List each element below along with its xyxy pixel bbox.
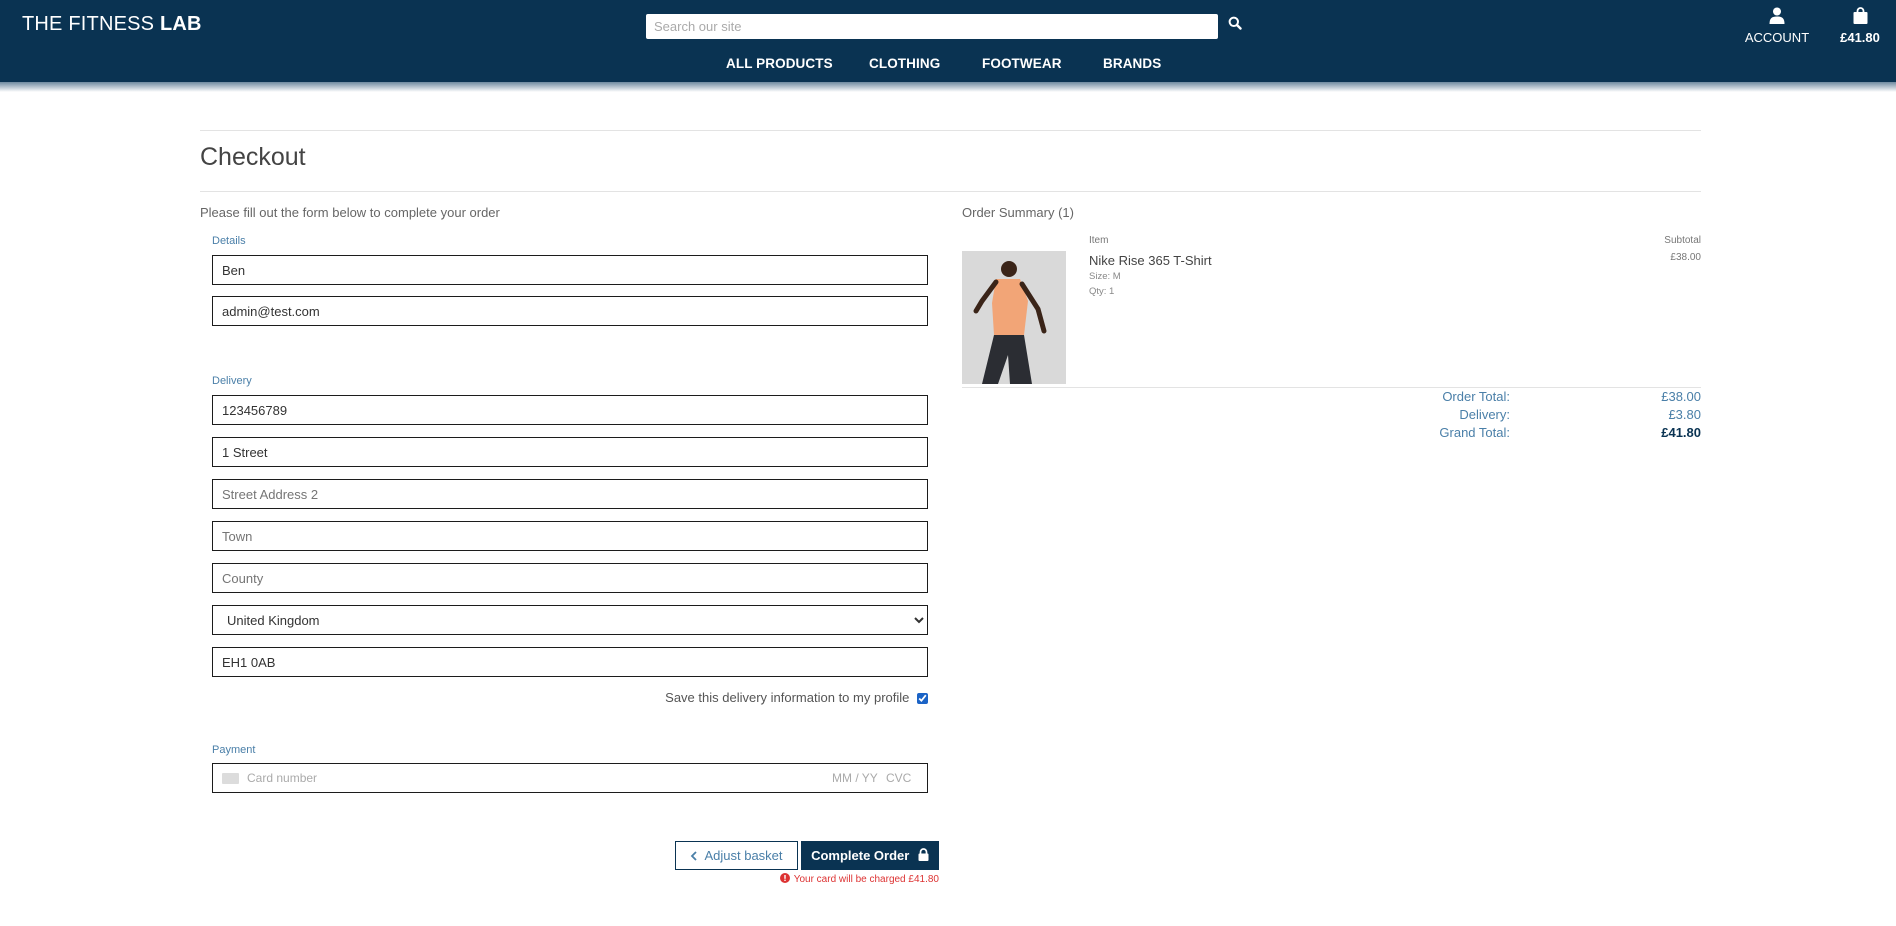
delivery-label: Delivery	[212, 375, 252, 387]
street-address-2-field[interactable]	[212, 479, 928, 509]
account-link[interactable]: ACCOUNT	[1742, 7, 1812, 45]
product-size: Size: M	[1089, 271, 1121, 282]
alert-circle-icon	[779, 873, 794, 885]
save-info-label: Save this delivery information to my pro…	[665, 690, 910, 705]
site-logo[interactable]: THE FITNESS LAB	[22, 13, 202, 36]
payment-label: Payment	[212, 744, 256, 756]
order-summary-title: Order Summary (1)	[962, 205, 1074, 220]
postcode-field[interactable]	[212, 647, 928, 677]
nav-clothing[interactable]: CLOTHING	[869, 56, 940, 71]
user-icon	[1769, 7, 1785, 28]
adjust-basket-button[interactable]: Adjust basket	[675, 841, 798, 870]
order-total-value: £38.00	[1661, 389, 1701, 404]
country-select[interactable]: United Kingdom	[212, 605, 928, 635]
form-intro: Please fill out the form below to comple…	[200, 205, 500, 220]
email-field[interactable]	[212, 296, 928, 326]
adjust-basket-label: Adjust basket	[704, 848, 783, 863]
summary-divider	[962, 387, 1701, 388]
logo-text-prefix: THE FITNESS	[22, 13, 160, 35]
card-element[interactable]: Card number MM / YY CVC	[212, 763, 928, 793]
credit-card-icon	[222, 773, 239, 784]
complete-order-button[interactable]: Complete Order	[801, 841, 939, 870]
search-input[interactable]	[646, 14, 1218, 39]
complete-order-label: Complete Order	[811, 848, 910, 863]
chevron-left-icon	[690, 848, 704, 863]
product-qty: Qty: 1	[1089, 286, 1115, 297]
logo-text-bold: LAB	[159, 13, 202, 35]
county-field[interactable]	[212, 563, 928, 593]
product-name[interactable]: Nike Rise 365 T-Shirt	[1089, 253, 1212, 268]
card-cvc-input[interactable]: CVC	[886, 771, 911, 785]
item-column-header: Item	[1089, 235, 1109, 246]
full-name-field[interactable]	[212, 255, 928, 285]
phone-field[interactable]	[212, 395, 928, 425]
bag-total: £41.80	[1840, 30, 1880, 45]
product-subtotal: £38.00	[1670, 252, 1701, 263]
charge-notice-text: Your card will be charged	[793, 874, 906, 885]
charge-notice: Your card will be charged £41.80	[700, 873, 939, 885]
lock-icon	[913, 848, 929, 863]
header-shadow	[0, 82, 1896, 92]
page-title: Checkout	[200, 143, 306, 171]
save-info-checkbox[interactable]	[917, 693, 928, 705]
nav-footwear[interactable]: FOOTWEAR	[982, 56, 1062, 71]
site-header: THE FITNESS LAB ACCOUNT £41.80 ALL PRODU…	[0, 0, 1896, 82]
search-icon[interactable]	[1228, 16, 1248, 36]
card-number-input[interactable]: Card number	[247, 771, 317, 785]
card-expiry-input[interactable]: MM / YY	[832, 771, 878, 785]
grand-total-value: £41.80	[1661, 425, 1701, 440]
delivery-cost-label: Delivery:	[1459, 407, 1510, 422]
charge-amount: £41.80	[908, 874, 939, 885]
shopping-bag-icon	[1853, 7, 1868, 28]
details-label: Details	[212, 235, 246, 247]
nav-all-products[interactable]: ALL PRODUCTS	[726, 56, 833, 71]
divider-title	[200, 191, 1701, 192]
account-label: ACCOUNT	[1744, 30, 1810, 45]
subtotal-column-header: Subtotal	[1664, 235, 1701, 246]
order-total-label: Order Total:	[1442, 389, 1510, 404]
grand-total-label: Grand Total:	[1439, 425, 1510, 440]
save-info-row[interactable]: Save this delivery information to my pro…	[600, 690, 928, 705]
nav-brands[interactable]: BRANDS	[1103, 56, 1161, 71]
street-address-1-field[interactable]	[212, 437, 928, 467]
delivery-cost-value: £3.80	[1668, 407, 1701, 422]
town-field[interactable]	[212, 521, 928, 551]
product-image[interactable]	[962, 251, 1066, 384]
shopping-bag-link[interactable]: £41.80	[1836, 7, 1884, 45]
divider-top	[200, 130, 1701, 131]
